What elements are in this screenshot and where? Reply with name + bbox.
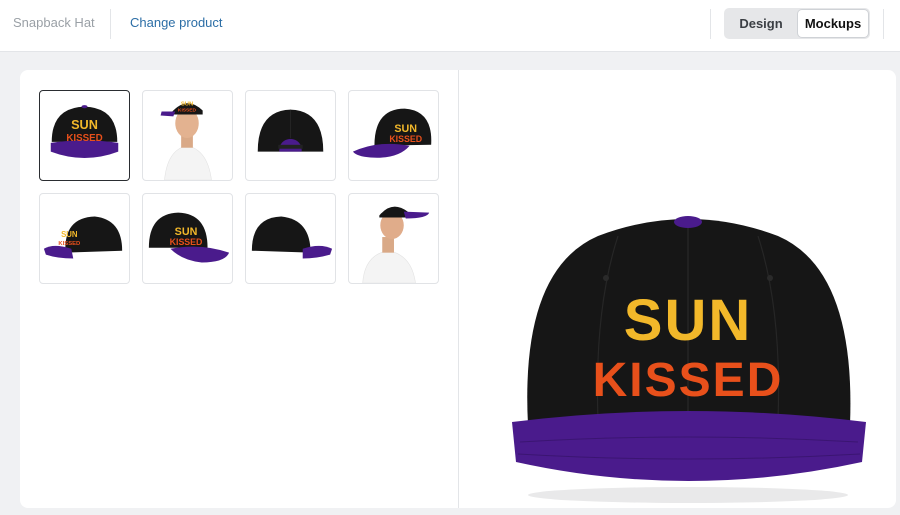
model-wearing-hat-image: SUN KISSED bbox=[160, 102, 212, 180]
model-back-view-image bbox=[362, 206, 430, 283]
header-divider bbox=[883, 9, 884, 39]
mockup-thumb-front-left[interactable]: SUN KISSED bbox=[142, 193, 233, 284]
change-product-link[interactable]: Change product bbox=[130, 15, 223, 30]
header-divider bbox=[110, 9, 111, 39]
mockup-preview: SUN KISSED bbox=[498, 210, 878, 510]
thumb-text-line1: SUN bbox=[61, 230, 78, 239]
thumb-text-line1: SUN bbox=[181, 102, 193, 108]
mockup-thumb-front[interactable]: SUN KISSED bbox=[39, 90, 130, 181]
preview-text-line2: KISSED bbox=[593, 354, 784, 407]
header-divider bbox=[710, 9, 711, 39]
hat-front-left-image: SUN KISSED bbox=[148, 212, 230, 263]
thumb-text-line2: KISSED bbox=[170, 237, 203, 247]
view-toggle: Design Mockups bbox=[724, 8, 870, 39]
mockup-thumb-left-side[interactable]: SUN KISSED bbox=[39, 193, 130, 284]
preview-text-line1: SUN bbox=[624, 288, 752, 353]
hat-right-side-image bbox=[251, 216, 333, 259]
tab-design[interactable]: Design bbox=[726, 10, 796, 37]
hat-front-right-image: SUN KISSED bbox=[352, 108, 432, 158]
mockups-panel: SUN KISSED SUN KISSED SUN KISSED SUN KIS… bbox=[20, 70, 896, 508]
thumb-text-line2: KISSED bbox=[58, 241, 80, 247]
mockup-thumb-front-right[interactable]: SUN KISSED bbox=[348, 90, 439, 181]
hat-preview-image: SUN KISSED bbox=[512, 216, 866, 503]
thumb-text-line1: SUN bbox=[71, 117, 98, 132]
thumb-text-line2: KISSED bbox=[66, 133, 102, 144]
hat-front-image: SUN KISSED bbox=[50, 105, 119, 158]
thumb-text-line2: KISSED bbox=[389, 134, 422, 144]
product-name: Snapback Hat bbox=[13, 15, 95, 30]
hat-left-side-image: SUN KISSED bbox=[43, 216, 123, 259]
top-bar: Snapback Hat Change product Design Mocku… bbox=[0, 0, 900, 52]
mockup-thumb-model-front[interactable]: SUN KISSED bbox=[142, 90, 233, 181]
panel-divider bbox=[458, 70, 459, 508]
mockup-thumb-right-side[interactable] bbox=[245, 193, 336, 284]
mockup-thumb-back[interactable] bbox=[245, 90, 336, 181]
hat-back-image bbox=[257, 109, 324, 152]
thumb-text-line2: KISSED bbox=[178, 108, 197, 114]
mockup-thumb-model-back[interactable] bbox=[348, 193, 439, 284]
tab-mockups[interactable]: Mockups bbox=[798, 10, 868, 37]
